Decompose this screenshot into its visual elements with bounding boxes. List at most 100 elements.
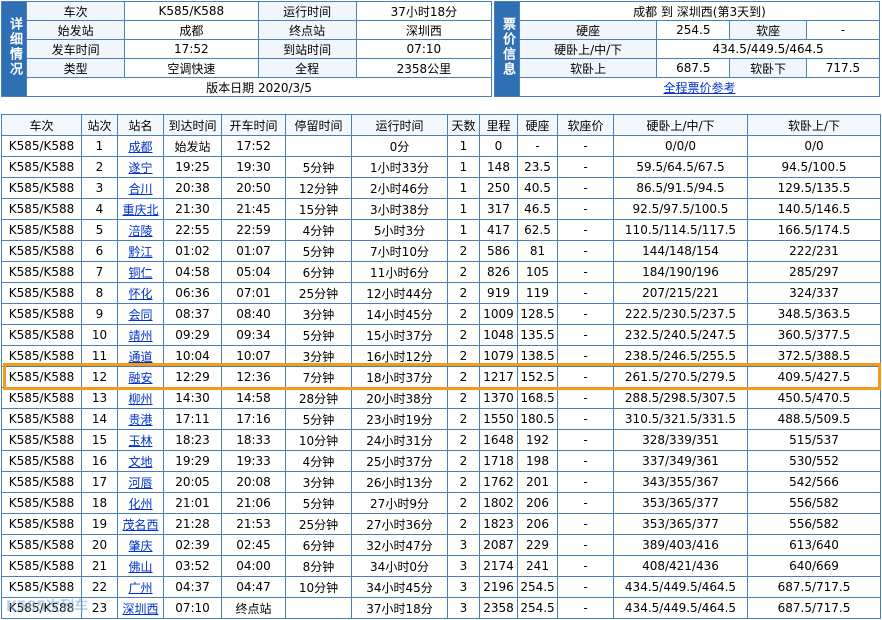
info-value: 07:10: [355, 39, 493, 59]
table-cell: 25分钟: [285, 513, 352, 535]
info-label: 类型: [25, 58, 126, 78]
station-link[interactable]: 玉林: [117, 429, 164, 451]
station-link[interactable]: 铜仁: [117, 261, 164, 283]
table-cell: 1550: [479, 408, 518, 430]
table-cell: 310.5/321.5/331.5: [613, 408, 748, 430]
table-cell: -: [557, 345, 614, 367]
table-cell: 2: [447, 387, 480, 409]
table-cell: K585/K588: [1, 450, 82, 472]
station-link[interactable]: 肇庆: [117, 534, 164, 556]
table-cell: 3分钟: [285, 345, 352, 367]
table-cell: 919: [479, 282, 518, 304]
table-cell: 28分钟: [285, 387, 352, 409]
price-value: 687.5: [656, 58, 731, 78]
table-row: K585/K588 8 怀化 06:36 07:01 25分钟 12小时44分 2 919 119…: [1, 282, 881, 304]
station-link[interactable]: 重庆北: [117, 198, 164, 220]
table-cell: 12: [81, 366, 118, 388]
table-cell: 94.5/100.5: [747, 156, 881, 178]
table-cell: 254.5: [517, 597, 558, 619]
table-cell: 488.5/509.5: [747, 408, 881, 430]
station-link[interactable]: 柳州: [117, 387, 164, 409]
table-cell: 168.5: [517, 387, 558, 409]
table-row: K585/K588 23 深圳西 07:10 终点站 37小时18分 3 2358 254.5-…: [1, 597, 881, 619]
station-link[interactable]: 佛山: [117, 555, 164, 577]
column-header: 天数: [447, 114, 480, 136]
table-cell: -: [557, 177, 614, 199]
info-value: 2358公里: [355, 58, 493, 78]
table-cell: 140.5/146.5: [747, 198, 881, 220]
full-fare-link[interactable]: 全程票价参考: [519, 77, 880, 97]
station-link[interactable]: 化州: [117, 492, 164, 514]
info-label: 车次: [25, 1, 126, 21]
table-cell: 3: [447, 597, 480, 619]
table-row: K585/K588 4 重庆北 21:30 21:45 15分钟 3小时38分 1 317 46.…: [1, 198, 881, 220]
column-header: 里程: [479, 114, 518, 136]
table-cell: 3: [447, 576, 480, 598]
table-cell: 0: [479, 135, 518, 157]
table-cell: 04:37: [163, 576, 222, 598]
table-cell: -: [557, 366, 614, 388]
station-link[interactable]: 河唇: [117, 471, 164, 493]
table-cell: 613/640: [747, 534, 881, 556]
info-value: 37小时18分: [355, 1, 493, 21]
station-link[interactable]: 怀化: [117, 282, 164, 304]
station-link[interactable]: 遂宁: [117, 156, 164, 178]
table-cell: 5分钟: [285, 408, 352, 430]
table-row-highlighted: K585/K588 12 融安 12:29 12:36 7分钟 18小时37分 2 1217 15…: [1, 366, 881, 388]
station-link[interactable]: 融安: [117, 366, 164, 388]
station-link[interactable]: 成都: [117, 135, 164, 157]
station-link[interactable]: 通道: [117, 345, 164, 367]
table-cell: 04:58: [163, 261, 222, 283]
table-cell: 17:11: [163, 408, 222, 430]
table-cell: K585/K588: [1, 156, 82, 178]
table-cell: -: [557, 219, 614, 241]
station-link[interactable]: 靖州: [117, 324, 164, 346]
table-cell: 11: [81, 345, 118, 367]
table-cell: 2: [447, 303, 480, 325]
station-link[interactable]: 黔江: [117, 240, 164, 262]
table-cell: 10: [81, 324, 118, 346]
table-cell: [285, 135, 352, 157]
table-cell: K585/K588: [1, 429, 82, 451]
price-value: 717.5: [805, 58, 881, 78]
table-cell: 6: [81, 240, 118, 262]
table-cell: 07:01: [221, 282, 286, 304]
table-cell: 15小时37分: [351, 324, 448, 346]
station-link[interactable]: 广州: [117, 576, 164, 598]
table-cell: 434.5/449.5/464.5: [613, 597, 748, 619]
table-cell: K585/K588: [1, 303, 82, 325]
table-cell: 16小时12分: [351, 345, 448, 367]
table-cell: K585/K588: [1, 597, 82, 619]
table-cell: -: [557, 492, 614, 514]
table-cell: [285, 597, 352, 619]
table-cell: 0/0: [747, 135, 881, 157]
table-cell: 152.5: [517, 366, 558, 388]
table-cell: 2: [447, 240, 480, 262]
table-cell: 04:00: [221, 555, 286, 577]
station-link[interactable]: 涪陵: [117, 219, 164, 241]
table-cell: 15分钟: [285, 198, 352, 220]
table-cell: 5: [81, 219, 118, 241]
table-cell: 17:52: [221, 135, 286, 157]
table-cell: 222/231: [747, 240, 881, 262]
station-link[interactable]: 合川: [117, 177, 164, 199]
table-row: K585/K588 7 铜仁 04:58 05:04 6分钟 11小时6分 2 826 105-1…: [1, 261, 881, 283]
table-cell: 12:29: [163, 366, 222, 388]
info-label: 全程: [257, 58, 357, 78]
column-header: 开车时间: [221, 114, 286, 136]
table-cell: 25小时37分: [351, 450, 448, 472]
station-link[interactable]: 会同: [117, 303, 164, 325]
station-link[interactable]: 深圳西: [117, 597, 164, 619]
station-link[interactable]: 文地: [117, 450, 164, 472]
table-cell: -: [557, 576, 614, 598]
table-cell: 1小时33分: [351, 156, 448, 178]
table-cell: K585/K588: [1, 324, 82, 346]
table-cell: 20:08: [221, 471, 286, 493]
station-link[interactable]: 茂名西: [117, 513, 164, 535]
station-link[interactable]: 贵港: [117, 408, 164, 430]
table-cell: 166.5/174.5: [747, 219, 881, 241]
table-cell: 10分钟: [285, 576, 352, 598]
table-cell: K585/K588: [1, 408, 82, 430]
price-side-label: 票价信息: [494, 1, 520, 97]
price-value: 254.5: [656, 20, 731, 40]
